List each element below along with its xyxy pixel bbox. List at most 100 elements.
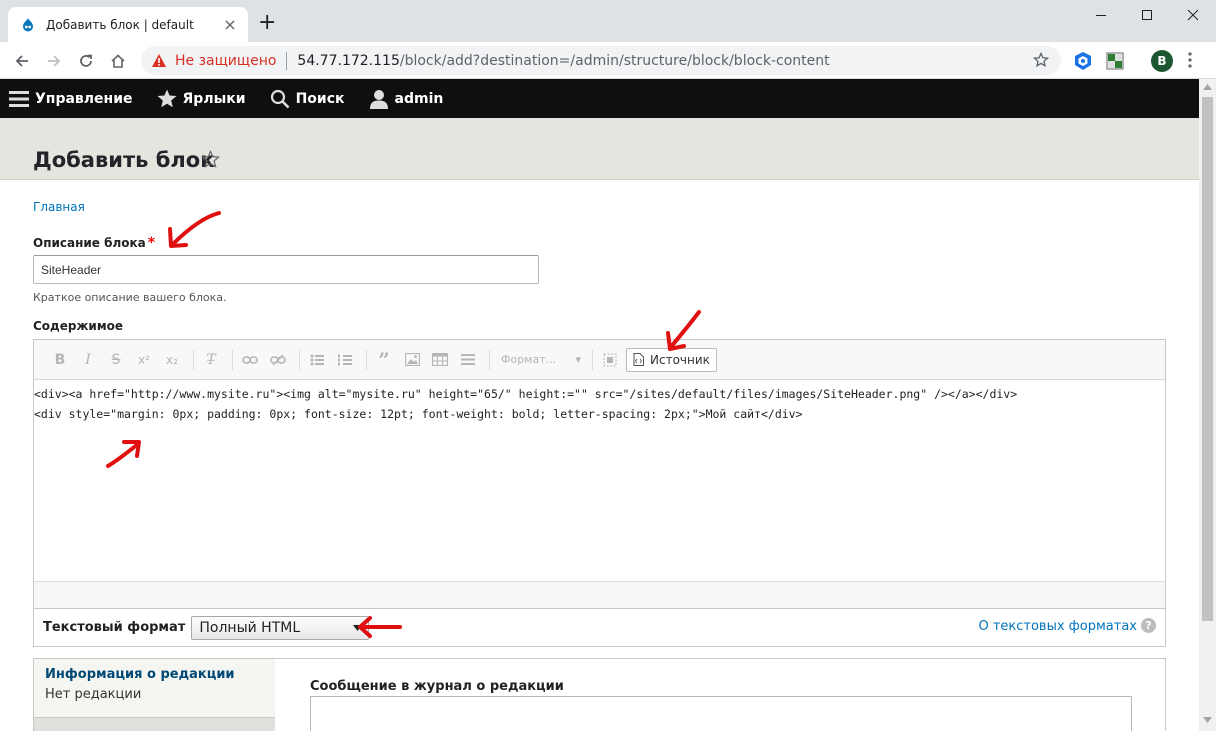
image-icon[interactable] [400, 348, 424, 372]
annotation-arrow-icon [358, 616, 402, 638]
help-icon[interactable]: ? [1141, 618, 1156, 633]
toolbar-separator [193, 349, 194, 370]
bold-icon[interactable]: B [48, 348, 72, 372]
strikethrough-icon[interactable]: S [104, 348, 128, 372]
star-icon [157, 89, 177, 108]
forward-icon[interactable] [43, 50, 65, 72]
code-line: <div><a href="http://www.mysite.ru"><img… [34, 387, 1018, 401]
home-icon[interactable] [107, 50, 129, 72]
menu-icon [9, 90, 29, 107]
annotation-arrow-icon [106, 440, 141, 468]
admin-item-search[interactable]: Поиск [270, 89, 345, 109]
page-header: Добавить блок [0, 118, 1199, 180]
bulleted-list-icon[interactable] [305, 348, 329, 372]
close-window-icon[interactable] [1170, 0, 1216, 30]
admin-item-label: Управление [35, 90, 133, 107]
text-format-label: Текстовый формат [43, 620, 186, 635]
browser-tab-bar: Добавить блок | default × + [0, 0, 1216, 42]
minimize-icon[interactable] [1078, 0, 1124, 30]
unlink-icon[interactable] [266, 348, 290, 372]
numbered-list-icon[interactable] [333, 348, 357, 372]
toolbar-separator [299, 349, 300, 370]
grid-extension-icon[interactable] [1105, 51, 1125, 71]
revision-vertical-tabs: Информация о редакции Нет редакции [34, 659, 275, 731]
admin-item-label: Поиск [295, 90, 345, 107]
text-format-value: Полный HTML [199, 619, 301, 636]
subscript-icon[interactable]: x₂ [160, 348, 184, 372]
page-scrollbar[interactable] [1199, 79, 1216, 731]
blockquote-icon[interactable]: ” [372, 348, 396, 372]
admin-item-manage[interactable]: Управление [9, 90, 133, 108]
main-content: Главная Описание блока * SiteHeader Кратк… [0, 180, 1199, 731]
editor-toolbar: B I S x² x₂ T̶ ” Формат... ▾ Источник [34, 340, 1165, 380]
text-format-select[interactable]: Полный HTML [191, 615, 370, 640]
browser-toolbar: Не защищено 54.77.172.115/block/add?dest… [0, 42, 1216, 79]
superscript-icon[interactable]: x² [132, 348, 156, 372]
source-code-icon [633, 353, 644, 366]
source-code-textarea[interactable]: <div><a href="http://www.mysite.ru"><img… [34, 380, 1165, 424]
drupal-favicon-icon [23, 17, 33, 31]
scroll-down-icon[interactable] [1203, 717, 1212, 723]
reload-icon[interactable] [75, 50, 97, 72]
block-description-value: SiteHeader [41, 262, 102, 277]
scrollbar-thumb[interactable] [1202, 97, 1213, 621]
vertical-tab-next[interactable] [34, 717, 275, 731]
new-tab-icon[interactable]: + [258, 12, 276, 34]
annotation-arrow-icon [168, 211, 221, 248]
breadcrumb-home[interactable]: Главная [33, 200, 85, 214]
source-button-label: Источник [650, 352, 710, 367]
tab-title: Добавить блок | default [46, 17, 194, 32]
ckeditor: B I S x² x₂ T̶ ” Формат... ▾ Источник <d… [33, 339, 1166, 609]
table-icon[interactable] [428, 348, 452, 372]
format-dropdown[interactable]: Формат... ▾ [495, 348, 587, 372]
revision-tab-title[interactable]: Информация о редакции [45, 667, 235, 682]
admin-toolbar: Управление Ярлыки Поиск admin [0, 79, 1199, 118]
security-label[interactable]: Не защищено [175, 53, 276, 69]
toolbar-separator [232, 349, 233, 370]
tab-close-icon[interactable]: × [222, 16, 238, 33]
about-text-formats-link[interactable]: О текстовых форматах [978, 619, 1137, 634]
maximize-icon[interactable] [1124, 0, 1170, 30]
revision-log-label: Сообщение в журнал о редакции [310, 679, 564, 694]
revision-log-textarea[interactable] [310, 696, 1132, 731]
scroll-up-icon[interactable] [1203, 84, 1212, 90]
back-icon[interactable] [11, 50, 33, 72]
editor-statusbar [34, 581, 1165, 608]
text-format-row: Текстовый формат Полный HTML О текстовых… [33, 609, 1166, 647]
required-mark: * [147, 235, 156, 251]
toolbar-separator [489, 349, 490, 370]
admin-item-shortcuts[interactable]: Ярлыки [157, 89, 246, 108]
horizontal-rule-icon[interactable] [456, 348, 480, 372]
code-line: <div style="margin: 0px; padding: 0px; f… [34, 407, 803, 421]
admin-item-label: admin [394, 90, 444, 107]
show-blocks-icon[interactable] [598, 348, 622, 372]
block-description-input[interactable]: SiteHeader [33, 255, 539, 284]
shield-extension-icon[interactable] [1073, 51, 1093, 71]
link-icon[interactable] [238, 348, 262, 372]
search-icon [270, 89, 289, 108]
user-icon [369, 89, 388, 109]
content-label: Содержимое [33, 319, 124, 333]
url-host: 54.77.172.115 [297, 52, 400, 69]
profile-avatar[interactable]: B [1151, 50, 1173, 72]
annotation-arrow-icon [666, 310, 701, 351]
format-dropdown-label: Формат... [501, 353, 557, 366]
address-bar[interactable]: Не защищено 54.77.172.115/block/add?dest… [141, 46, 1061, 75]
address-separator [286, 51, 288, 70]
description-label: Описание блока * [33, 235, 155, 251]
bookmark-star-icon[interactable] [1033, 52, 1049, 68]
warning-icon [152, 54, 166, 67]
toolbar-separator [366, 349, 367, 370]
browser-tab[interactable]: Добавить блок | default × [8, 7, 248, 42]
page-title: Добавить блок [33, 148, 215, 172]
description-label-text: Описание блока [33, 236, 146, 250]
browser-menu-icon[interactable] [1188, 51, 1192, 69]
dropdown-arrow-icon: ▾ [575, 353, 581, 366]
italic-icon[interactable]: I [76, 348, 100, 372]
admin-item-label: Ярлыки [182, 90, 246, 107]
revision-panel: Информация о редакции Нет редакции Сообщ… [33, 658, 1166, 731]
description-help: Краткое описание вашего блока. [33, 291, 227, 304]
remove-format-icon[interactable]: T̶ [199, 348, 223, 372]
admin-item-user[interactable]: admin [369, 89, 444, 109]
shortcut-star-icon[interactable] [201, 150, 220, 169]
